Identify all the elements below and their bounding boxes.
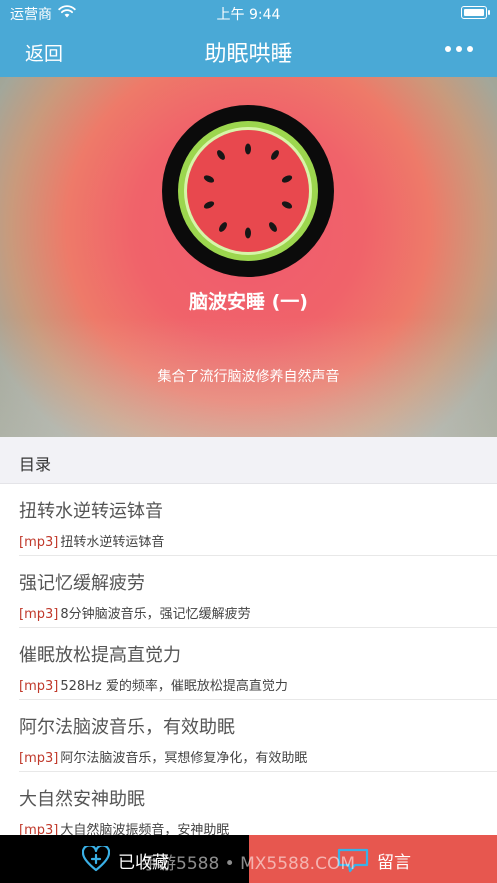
track-title: 阿尔法脑波音乐，有效助眠 [19, 717, 235, 738]
bottom-action-bar: 已收藏 留言 [0, 835, 497, 883]
list-item[interactable]: 扭转水逆转运钵音 [mp3] 扭转水逆转运钵音 [19, 484, 497, 556]
status-bar: 运营商 上午 9:44 [0, 0, 497, 26]
format-tag: [mp3] [19, 679, 59, 694]
list-item[interactable]: 强记忆缓解疲劳 [mp3] 8分钟脑波音乐，强记忆缓解疲劳 [19, 556, 497, 628]
comment-label: 留言 [377, 853, 411, 873]
track-description: 大自然脑波振频音，安神助眠 [60, 823, 230, 835]
album-hero: 脑波安睡 (一) 集合了流行脑波修养自然声音 [0, 77, 497, 437]
battery-icon [461, 6, 490, 19]
watermelon-icon[interactable] [162, 105, 334, 277]
track-subtitle: [mp3] 8分钟脑波音乐，强记忆缓解疲劳 [19, 603, 251, 622]
favorite-button[interactable]: 已收藏 [0, 835, 249, 883]
status-time: 上午 9:44 [216, 7, 281, 23]
list-item[interactable]: 阿尔法脑波音乐，有效助眠 [mp3] 阿尔法脑波音乐，冥想修复净化，有效助眠 [19, 700, 497, 772]
format-tag: [mp3] [19, 823, 59, 835]
back-button[interactable]: 返回 [25, 39, 63, 66]
format-tag: [mp3] [19, 607, 59, 622]
page-title: 助眠哄睡 [204, 42, 293, 67]
track-description: 528Hz 爱的频率，催眠放松提高直觉力 [60, 679, 288, 694]
track-list: 扭转水逆转运钵音 [mp3] 扭转水逆转运钵音 强记忆缓解疲劳 [mp3] 8分钟脑… [0, 484, 497, 835]
track-title: 大自然安神助眠 [19, 789, 145, 810]
album-description: 集合了流行脑波修养自然声音 [157, 369, 340, 385]
format-tag: [mp3] [19, 535, 59, 550]
format-tag: [mp3] [19, 751, 59, 766]
track-description: 阿尔法脑波音乐，冥想修复净化，有效助眠 [60, 751, 308, 766]
track-subtitle: [mp3] 阿尔法脑波音乐，冥想修复净化，有效助眠 [19, 747, 307, 766]
track-description: 8分钟脑波音乐，强记忆缓解疲劳 [60, 607, 251, 622]
comment-button[interactable]: 留言 [249, 835, 497, 883]
track-subtitle: [mp3] 528Hz 爱的频率，催眠放松提高直觉力 [19, 675, 288, 694]
track-subtitle: [mp3] 大自然脑波振频音，安神助眠 [19, 819, 229, 835]
more-dots-icon[interactable] [445, 46, 473, 54]
track-description: 扭转水逆转运钵音 [60, 535, 165, 550]
heart-plus-icon [82, 846, 110, 872]
track-title: 扭转水逆转运钵音 [19, 501, 163, 522]
track-subtitle: [mp3] 扭转水逆转运钵音 [19, 531, 164, 550]
track-title: 强记忆缓解疲劳 [19, 573, 145, 594]
nav-bar: 返回 助眠哄睡 [0, 26, 497, 77]
list-item[interactable]: 催眠放松提高直觉力 [mp3] 528Hz 爱的频率，催眠放松提高直觉力 [19, 628, 497, 700]
catalog-header-label: 目录 [19, 455, 52, 474]
comment-bubble-icon [337, 848, 369, 873]
catalog-header: 目录 [0, 437, 497, 484]
favorite-label: 已收藏 [118, 853, 169, 873]
track-title: 催眠放松提高直觉力 [19, 645, 181, 666]
album-title: 脑波安睡 (一) [189, 291, 308, 313]
list-item[interactable]: 大自然安神助眠 [mp3] 大自然脑波振频音，安神助眠 [19, 772, 497, 835]
